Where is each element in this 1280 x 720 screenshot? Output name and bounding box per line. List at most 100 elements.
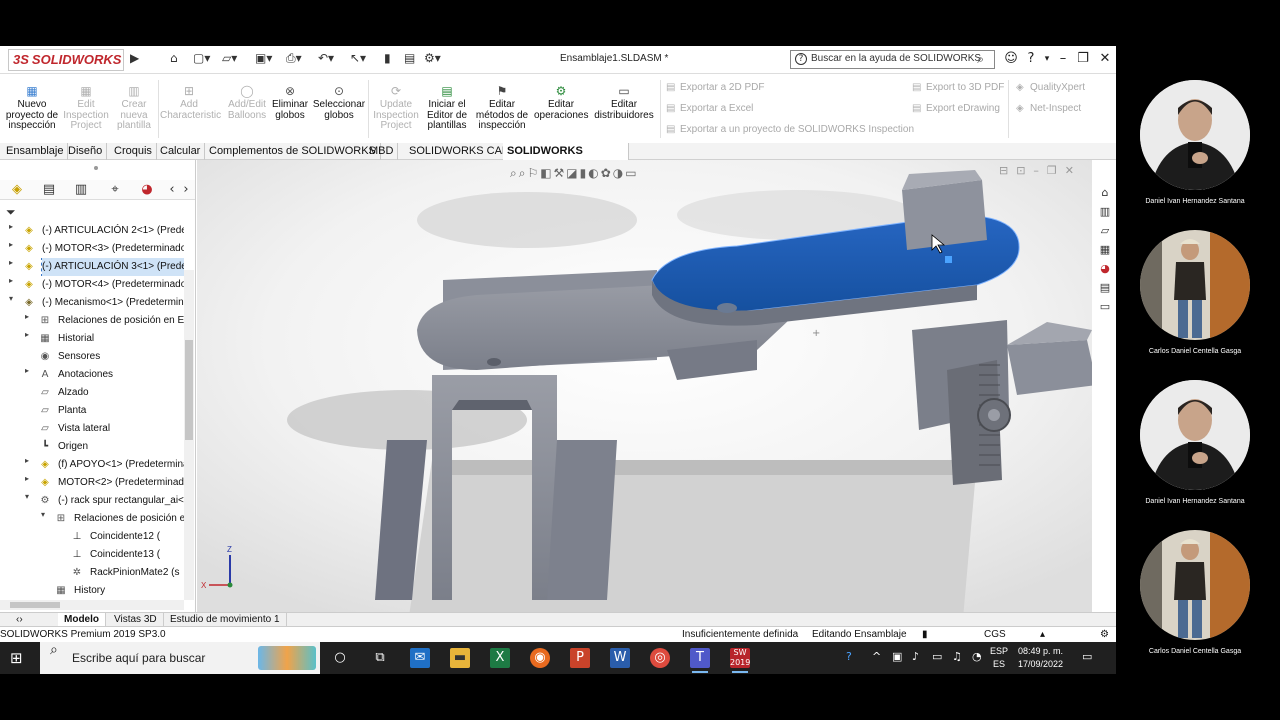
filter-icon[interactable]: ⏷ <box>6 205 16 220</box>
dimxpert-tab-icon[interactable]: ⌖ <box>102 181 128 199</box>
view-palette-icon[interactable]: ▦ <box>1096 241 1114 259</box>
expand-toggle-icon[interactable]: ▸ <box>6 240 16 249</box>
motor-side[interactable] <box>1007 340 1092 395</box>
export-3d-pdf-button[interactable]: ▤ Export to 3D PDF <box>912 82 1004 93</box>
user-icon[interactable]: ☺ <box>1002 50 1020 68</box>
tree-item[interactable]: ▱ Vista lateral <box>0 420 184 438</box>
update-inspection-project-button[interactable]: ⟳ Update Inspection Project <box>370 84 422 132</box>
traffic-light-icon[interactable]: ▮ <box>384 51 391 69</box>
tab-solidworks-cam[interactable]: SOLIDWORKS CAM <box>405 143 517 160</box>
select-icon[interactable]: ↖▾ <box>350 51 366 69</box>
configuration-manager-tab-icon[interactable]: ▥ <box>68 181 94 199</box>
minimize-button[interactable]: – <box>1054 50 1072 68</box>
menu-arrow-icon[interactable]: ▶ <box>130 51 139 69</box>
add-edit-balloons-button[interactable]: ◯ Add/Edit Balloons <box>224 84 270 121</box>
expand-toggle-icon[interactable]: ▸ <box>22 312 32 321</box>
language-indicator[interactable]: ESP ES <box>990 645 1008 671</box>
microphone-icon[interactable]: ♪ <box>912 650 919 663</box>
file-explorer-icon[interactable]: ▬ <box>450 648 470 668</box>
file-properties-icon[interactable]: ▤ <box>404 51 415 69</box>
units-dropdown-icon[interactable]: ▴ <box>1040 627 1045 642</box>
base-plate[interactable] <box>407 460 977 612</box>
solidworks-resources-icon[interactable]: ⌂ <box>1096 184 1114 202</box>
tree-item[interactable]: ◉ Sensores <box>0 348 184 366</box>
meet-now-icon[interactable]: ▣ <box>892 650 902 663</box>
tree-item[interactable]: ▱ Planta <box>0 402 184 420</box>
export-edrawing-button[interactable]: ▤ Export eDrawing <box>912 103 1000 114</box>
create-template-button[interactable]: ▥ Crear nueva plantilla <box>112 84 156 132</box>
solidworks-logo[interactable]: 3S SOLIDWORKS <box>8 49 124 71</box>
options-gear-icon[interactable]: ⚙▾ <box>424 51 441 69</box>
tab-modelo[interactable]: Modelo <box>58 613 106 627</box>
tree-vertical-scrollbar[interactable] <box>184 270 194 600</box>
network-icon[interactable]: ◔ <box>972 650 982 663</box>
mail-icon[interactable]: ✉ <box>410 648 430 668</box>
close-button[interactable]: ✕ <box>1096 50 1114 68</box>
expand-toggle-icon[interactable]: ▸ <box>22 474 32 483</box>
rebuild-icon[interactable]: ▮ <box>922 627 928 642</box>
tree-item[interactable]: ▦ History <box>0 582 184 600</box>
task-view-icon[interactable]: ⧉ <box>370 648 390 668</box>
tab-solidworks-inspection[interactable]: SOLIDWORKS Inspection <box>503 143 629 173</box>
design-library-icon[interactable]: ▥ <box>1096 203 1114 221</box>
tree-item[interactable]: ✲ RackPinionMate2 (s <box>0 564 184 582</box>
excel-icon[interactable]: X <box>490 648 510 668</box>
expand-toggle-icon[interactable]: ▸ <box>6 222 16 231</box>
participant-tile[interactable]: Carlos Daniel Centella Gasga <box>1121 510 1269 660</box>
heads-up-view-toolbar[interactable]: ⌕⌕⚐◧⚒◪▮◐✿◑▭ <box>510 166 639 184</box>
forum-icon[interactable]: ▭ <box>1096 298 1114 316</box>
tree-item[interactable]: ▸ ▦ Historial <box>0 330 184 348</box>
graphics-viewport[interactable]: + Z X ⌕⌕⚐◧⚒◪▮◐✿◑▭ ⊟⊡–❐✕ <box>197 160 1092 612</box>
tab-estudio-movimiento[interactable]: Estudio de movimiento 1 <box>164 613 287 627</box>
chrome-icon[interactable]: ◎ <box>650 648 670 668</box>
edit-operations-button[interactable]: ⚙ Editar operaciones <box>534 84 588 121</box>
template-editor-button[interactable]: ▤ Iniciar el Editor de plantillas <box>424 84 470 132</box>
expand-toggle-icon[interactable]: ▾ <box>38 510 48 519</box>
custom-properties-icon[interactable]: ▤ <box>1096 279 1114 297</box>
tab-calcular[interactable]: Calcular <box>156 143 206 160</box>
tab-vistas-3d[interactable]: Vistas 3D <box>108 613 164 627</box>
net-inspect-button[interactable]: ◈ Net-Inspect <box>1016 103 1081 114</box>
edit-distributors-button[interactable]: ▭ Editar distribuidores <box>592 84 656 121</box>
participant-tile[interactable]: Daniel Ivan Hernandez Santana <box>1121 360 1269 510</box>
edit-inspection-project-button[interactable]: ▦ Edit Inspection Project <box>62 84 110 132</box>
undo-icon[interactable]: ↶▾ <box>318 51 334 69</box>
tree-item[interactable]: ▾ ⊞ Relaciones de posición e <box>0 510 184 528</box>
home-icon[interactable]: ⌂ <box>170 51 178 69</box>
notifications-icon[interactable]: ▭ <box>1082 650 1092 663</box>
add-characteristic-button[interactable]: ⊞ Add Characteristic <box>160 84 221 121</box>
tab-scroll-right-icon[interactable]: › <box>180 181 192 199</box>
expand-toggle-icon[interactable]: ▸ <box>6 276 16 285</box>
appearances-icon[interactable]: ◕ <box>1096 260 1114 278</box>
windows-start-icon[interactable]: ⊞ <box>10 649 28 667</box>
participant-tile[interactable]: Carlos Daniel Centella Gasga <box>1121 210 1269 360</box>
participant-tile[interactable]: Daniel Ivan Hernandez Santana <box>1121 60 1269 210</box>
powerpoint-icon[interactable]: P <box>570 648 590 668</box>
units-selector[interactable]: CGS <box>984 627 1006 642</box>
help-search-input[interactable]: ? Buscar en la ayuda de SOLIDWORKS ⌕ <box>790 50 995 69</box>
tab-scroll-left-icon[interactable]: ‹ <box>166 181 178 199</box>
taskbar-clock[interactable]: 08:49 p. m. 17/09/2022 <box>1018 645 1063 671</box>
tree-item[interactable]: ▱ Alzado <box>0 384 184 402</box>
tree-item[interactable]: ⊥ Coincidente13 ( <box>0 546 184 564</box>
edit-inspection-methods-button[interactable]: ⚑ Editar métodos de inspección <box>474 84 530 132</box>
tree-item[interactable]: ▸ ◈ (-) ARTICULACIÓN 2<1> (Predete <box>0 222 184 240</box>
viewport-window-controls[interactable]: ⊟⊡–❐✕ <box>999 164 1082 177</box>
volume-icon[interactable]: ♫ <box>952 650 962 663</box>
tree-item[interactable]: ▸ A Anotaciones <box>0 366 184 384</box>
new-inspection-project-button[interactable]: ▦ Nuevo proyecto de inspección <box>4 84 60 132</box>
help-tray-icon[interactable]: ? <box>846 650 852 663</box>
tree-item[interactable]: ▸ ◈ (-) ARTICULACIÓN 3<1> (Predete <box>0 258 184 276</box>
solidworks-taskbar-icon[interactable]: SW 2019 <box>730 648 750 673</box>
tab-diseno[interactable]: Diseño <box>64 143 108 160</box>
export-2d-pdf-button[interactable]: ▤ Exportar a 2D PDF <box>666 82 764 93</box>
delete-balloons-button[interactable]: ⊗ Eliminar globos <box>270 84 310 121</box>
maximize-button[interactable]: ❐ <box>1074 50 1092 68</box>
tab-scroll-icon[interactable]: ‹› <box>10 613 24 627</box>
tree-item[interactable]: ▸ ◈ (f) APOYO<1> (Predetermina <box>0 456 184 474</box>
qualityxpert-button[interactable]: ◈ QualityXpert <box>1016 82 1085 93</box>
file-explorer-icon[interactable]: ▱ <box>1096 222 1114 240</box>
tab-mbd[interactable]: MBD <box>365 143 399 160</box>
show-hidden-icons[interactable]: ^ <box>872 650 881 663</box>
tree-item[interactable]: ▾ ◈ (-) Mecanismo<1> (Predetermina <box>0 294 184 312</box>
